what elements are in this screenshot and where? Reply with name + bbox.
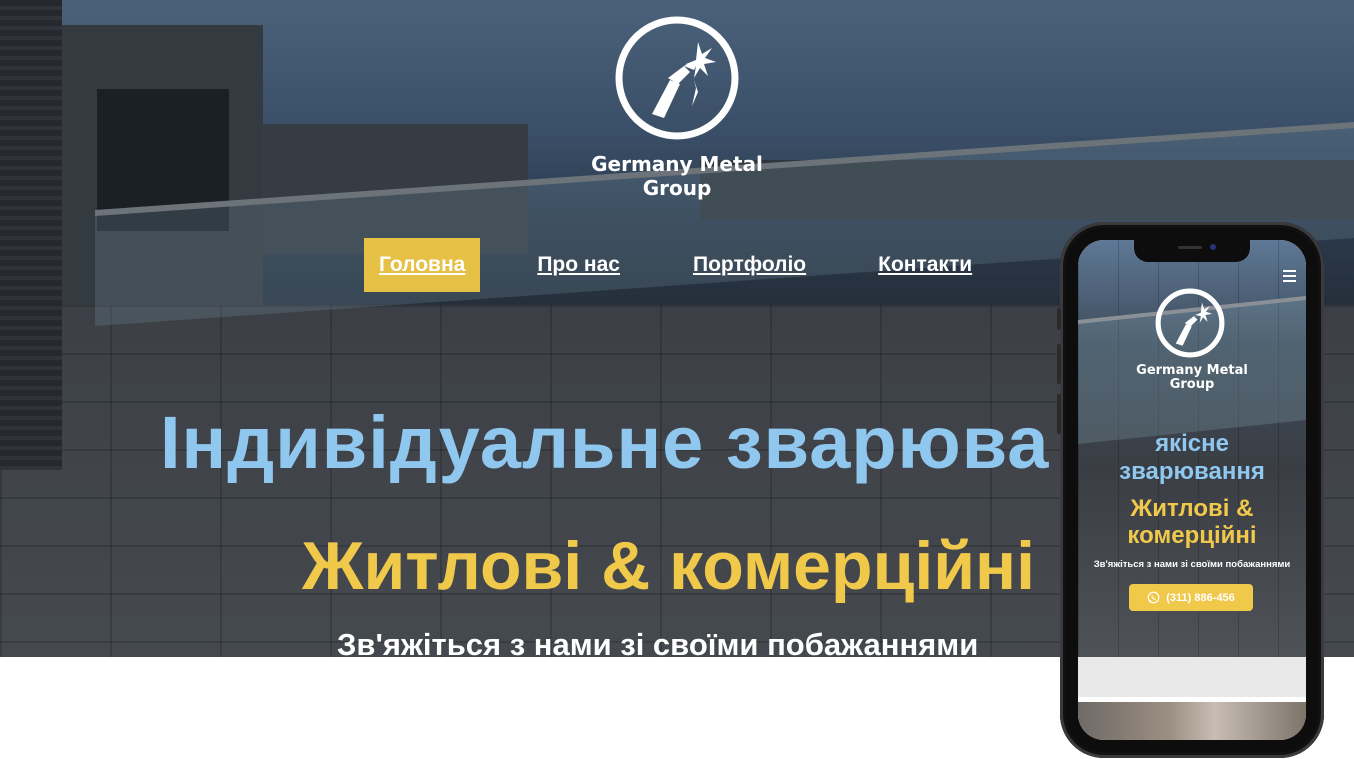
hamburger-icon[interactable]	[1283, 270, 1296, 282]
welding-torch-icon[interactable]	[612, 14, 742, 142]
nav-item-portfolio[interactable]: Портфоліо	[693, 253, 806, 277]
mobile-subheadline-line-2: комерційні	[1127, 522, 1257, 549]
brand-line-2: Group	[642, 176, 712, 200]
call-button-label: (311) 886-456	[1166, 591, 1235, 604]
brand-name[interactable]: Germany Metal Group	[577, 152, 777, 200]
mobile-brand-line-1: Germany Metal	[1136, 363, 1248, 378]
nav-item-home[interactable]: Головна	[364, 238, 481, 292]
hero-tagline: Зв'яжіться з нами зі своїми побажаннями	[337, 627, 979, 662]
call-button[interactable]: (311) 886-456	[1129, 584, 1253, 611]
mobile-headline: якісне зварювання	[1078, 430, 1306, 486]
welding-torch-icon[interactable]	[1153, 286, 1227, 360]
phone-screen: Germany Metal Group якісне зварювання Жи…	[1078, 240, 1306, 740]
mobile-brand-line-2: Group	[1169, 377, 1215, 392]
hero-subheadline: Житлові & комерційні	[302, 528, 1035, 604]
phone-mockup: Germany Metal Group якісне зварювання Жи…	[1057, 222, 1324, 758]
mobile-tagline: Зв'яжіться з нами зі своїми побажаннями	[1093, 559, 1291, 570]
mobile-headline-line-2: зварювання	[1119, 458, 1265, 485]
main-nav: Головна Про нас Портфоліо Контакти	[364, 238, 972, 292]
nav-item-contacts[interactable]: Контакти	[878, 253, 972, 277]
mobile-headline-line-1: якісне	[1155, 430, 1229, 457]
mobile-photo	[1078, 702, 1306, 740]
mobile-brand-name[interactable]: Germany Metal Group	[1118, 364, 1266, 392]
brand-line-1: Germany Metal	[591, 152, 763, 176]
nav-item-about[interactable]: Про нас	[537, 253, 620, 277]
mobile-subheadline-line-1: Житлові &	[1130, 495, 1254, 522]
phone-notch	[1134, 240, 1250, 262]
mobile-subheadline: Житлові & комерційні	[1078, 495, 1306, 549]
whatsapp-icon	[1147, 591, 1160, 604]
mobile-section-divider	[1078, 657, 1306, 697]
